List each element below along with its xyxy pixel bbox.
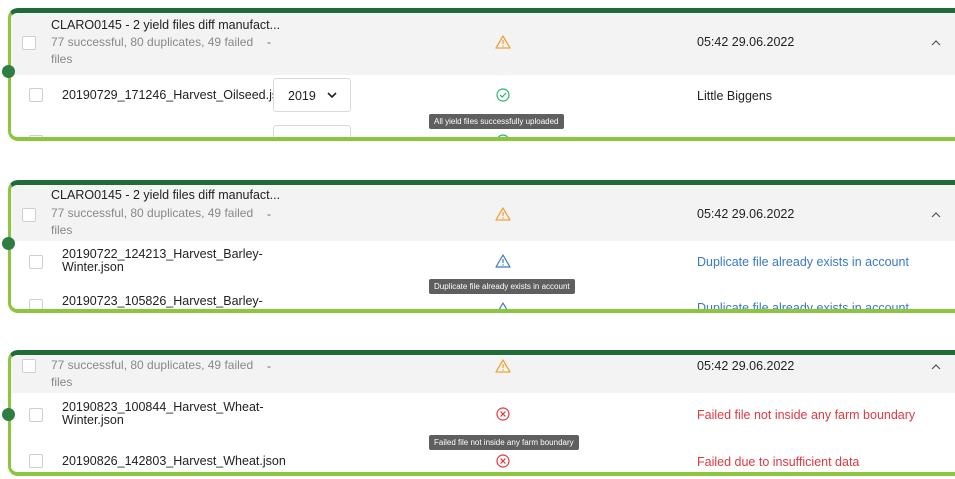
row-status: Duplicate file already exists in account — [697, 301, 909, 313]
group-summary: 77 successful, 80 duplicates, 49 failed — [51, 206, 254, 220]
status-tooltip: Duplicate file already exists in account — [429, 279, 575, 294]
group-title: CLARO0145 - 2 yield files diff manufact.… — [51, 18, 281, 32]
upload-group-header[interactable]: 77 successful, 80 duplicates, 49 failed … — [11, 355, 955, 393]
group-summary: 77 successful, 80 duplicates, 49 failed — [51, 358, 254, 372]
group-title: CLARO0145 - 2 yield files diff manufact.… — [51, 188, 281, 202]
chevron-up-icon[interactable] — [931, 210, 941, 220]
year-select-value: 2019 — [288, 89, 316, 103]
row-checkbox[interactable] — [29, 454, 43, 468]
x-circle-icon — [496, 454, 510, 468]
file-name-cont: Winter.json — [62, 413, 124, 427]
file-name: 20190723_105826_Harvest_Barley- — [62, 294, 263, 308]
row-status: Duplicate file already exists in account — [697, 255, 909, 269]
warning-icon — [495, 254, 511, 268]
group-dash: - — [267, 359, 271, 373]
row-status: Little Biggens — [697, 89, 773, 103]
group-summary-cont: files — [51, 52, 73, 66]
group-summary-cont: files — [51, 375, 73, 389]
year-select[interactable] — [273, 125, 351, 137]
row-checkbox[interactable] — [29, 408, 43, 422]
group-summary: 77 successful, 80 duplicates, 49 failed — [51, 35, 254, 49]
group-time: 05:42 29.06.2022 — [697, 35, 795, 49]
upload-group-header[interactable]: CLARO0145 - 2 yield files diff manufact.… — [11, 185, 955, 241]
group-time: 05:42 29.06.2022 — [697, 207, 795, 221]
row-checkbox[interactable] — [29, 88, 43, 102]
row-status: Failed due to insufficient data — [697, 455, 860, 469]
warning-icon — [495, 207, 511, 221]
row-checkbox[interactable] — [29, 135, 43, 137]
upload-panel-failed: 77 successful, 80 duplicates, 49 failed … — [8, 350, 955, 476]
chevron-down-icon — [327, 92, 337, 99]
group-summary-cont: files — [51, 223, 73, 237]
row-status: Failed file not inside any farm boundary — [697, 408, 916, 422]
status-tooltip: All yield files successfully uploaded — [429, 114, 564, 129]
group-dash: - — [267, 35, 271, 49]
file-name: 20190826_142803_Harvest_Wheat.json — [62, 454, 286, 468]
group-time: 05:42 29.06.2022 — [697, 359, 795, 373]
group-dash: - — [267, 207, 271, 221]
chevron-up-icon[interactable] — [931, 38, 941, 48]
group-checkbox[interactable] — [22, 36, 36, 50]
upload-group-header[interactable]: CLARO0145 - 2 yield files diff manufact.… — [11, 13, 955, 75]
x-circle-icon — [496, 407, 510, 421]
check-circle-icon — [497, 134, 509, 137]
upload-panel-success: CLARO0145 - 2 yield files diff manufact.… — [8, 8, 955, 141]
check-circle-icon — [496, 88, 510, 102]
group-checkbox[interactable] — [22, 208, 36, 222]
warning-icon — [495, 35, 511, 49]
file-row[interactable]: 20190722_124213_Harvest_Barley- Winter.j… — [11, 241, 955, 282]
chevron-up-icon[interactable] — [931, 362, 941, 372]
panel-connector-dot — [2, 408, 15, 421]
panel-connector-dot — [2, 65, 15, 78]
upload-panel-duplicates: CLARO0145 - 2 yield files diff manufact.… — [8, 180, 955, 313]
file-name-cont: Winter.json — [62, 260, 124, 274]
file-row[interactable]: 20190729_171246_Harvest_Oilseed.json 201… — [11, 75, 955, 116]
panel-connector-dot — [2, 237, 15, 250]
row-checkbox[interactable] — [29, 299, 43, 309]
file-row[interactable]: 20190823_100844_Harvest_Wheat- Winter.js… — [11, 393, 955, 436]
warning-icon — [498, 302, 508, 309]
file-name: 20190729_171246_Harvest_Oilseed.json — [62, 88, 293, 102]
warning-icon — [495, 359, 511, 373]
status-tooltip: Failed file not inside any farm boundary — [429, 435, 579, 450]
group-checkbox[interactable] — [22, 359, 36, 373]
year-select[interactable]: 2019 — [273, 78, 351, 112]
row-checkbox[interactable] — [29, 255, 43, 269]
